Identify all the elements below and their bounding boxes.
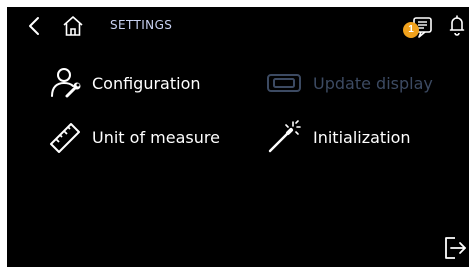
user-wrench-icon [51,68,81,98]
display-icon [267,74,301,92]
notification-badge: 1 [403,22,419,38]
bell-icon [449,15,465,36]
home-icon [63,16,83,36]
magic-wand-icon [268,120,301,153]
update-display-label: Update display [313,74,433,93]
home-button[interactable] [61,14,85,38]
configuration-label: Configuration [92,74,201,93]
page-title: SETTINGS [110,18,173,32]
logout-button[interactable] [443,235,467,261]
initialization-label: Initialization [313,128,411,147]
configuration-button[interactable]: Configuration [47,65,227,101]
chevron-left-icon [29,17,39,35]
alerts-button[interactable] [449,14,465,38]
ruler-icon [50,123,80,153]
logout-icon [445,237,466,259]
unit-of-measure-label: Unit of measure [92,128,220,147]
top-bar: SETTINGS 1 [7,7,469,43]
settings-screen: SETTINGS 1 Configuration Update display … [7,7,469,267]
update-display-button: Update display [265,65,465,101]
back-button[interactable] [25,15,45,37]
initialization-button[interactable]: Initialization [265,119,425,155]
unit-of-measure-button[interactable]: Unit of measure [47,119,237,155]
